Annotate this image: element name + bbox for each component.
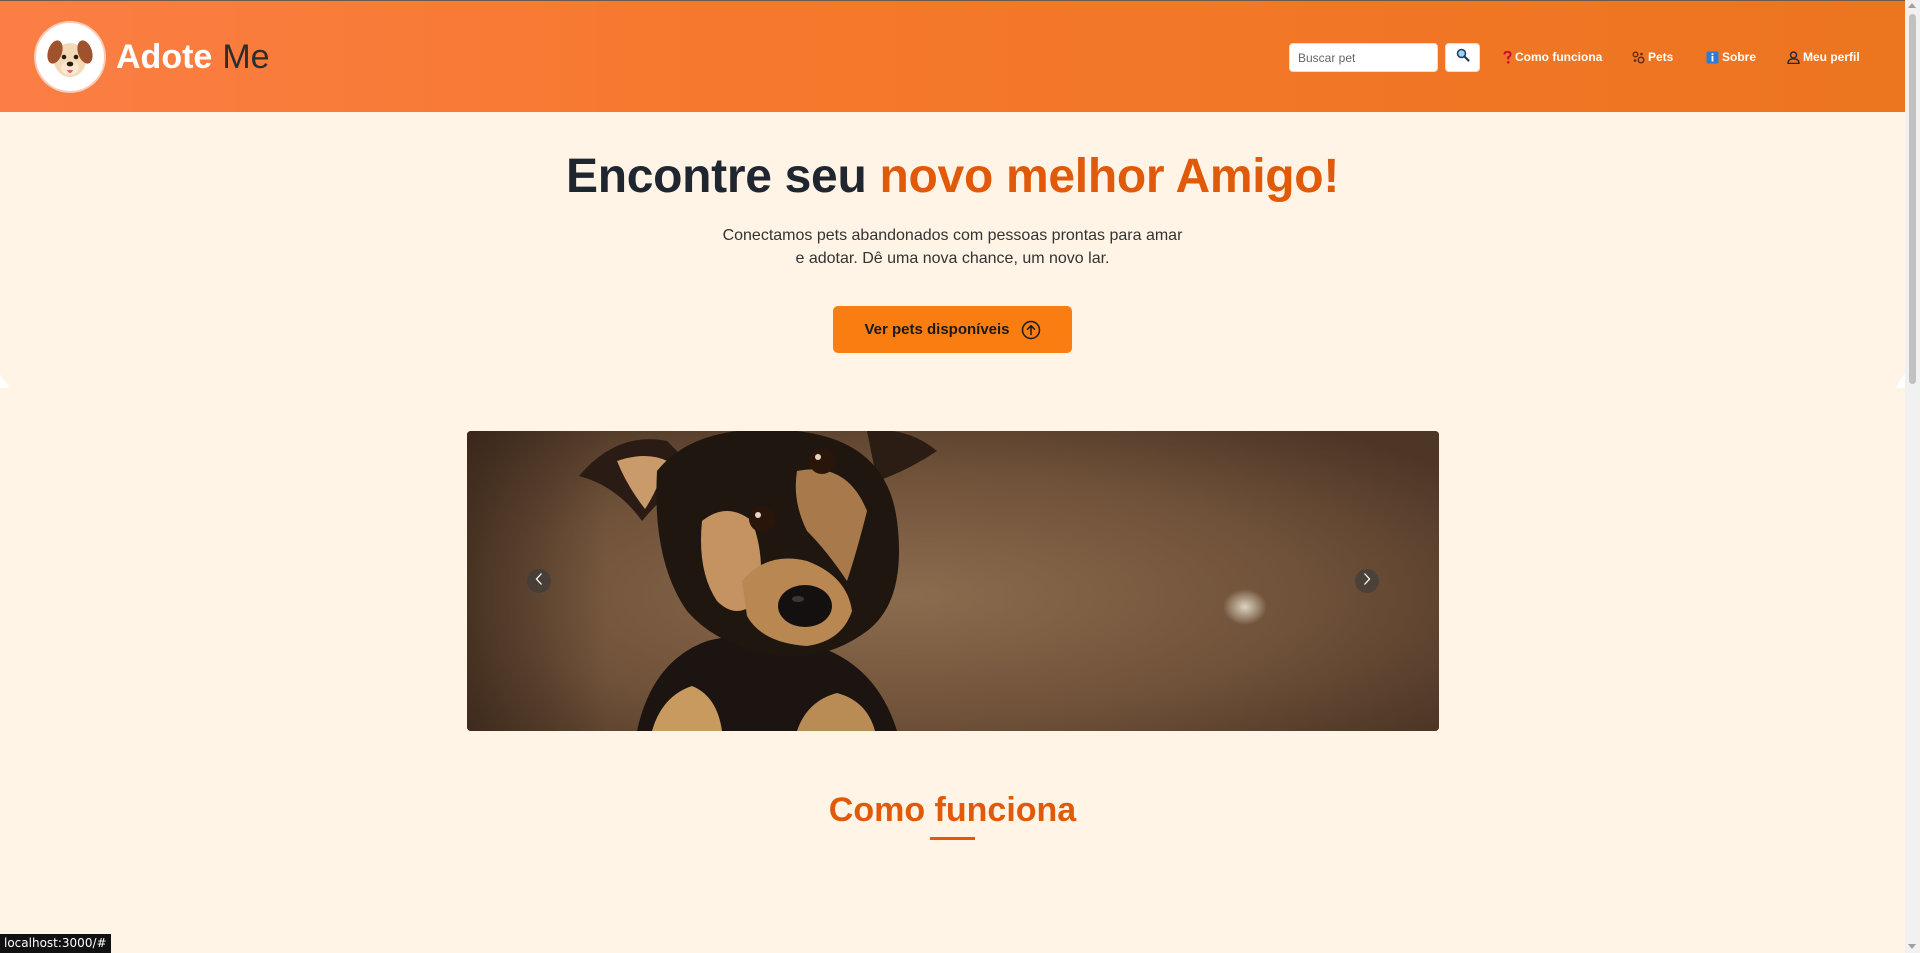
logo[interactable]: Adote Me <box>36 23 270 91</box>
hero-corner-right <box>1895 374 1905 388</box>
hero-title-plain: Encontre seu <box>565 150 867 203</box>
paw-icon <box>1632 51 1645 64</box>
arrow-up-circle-icon <box>1021 320 1041 340</box>
nav-meu-perfil[interactable]: Meu perfil <box>1787 50 1860 64</box>
section-underline <box>930 837 975 840</box>
search-input[interactable] <box>1289 43 1438 72</box>
pet-carousel[interactable] <box>467 431 1439 731</box>
user-icon <box>1787 50 1800 64</box>
scroll-down-arrow-icon[interactable] <box>1908 944 1916 949</box>
chevron-left-icon <box>534 572 544 591</box>
section-title: Como funciona <box>828 791 1077 829</box>
hero-corner-left <box>0 374 10 388</box>
status-url: localhost:3000/# <box>0 934 111 953</box>
nav-label: Meu perfil <box>1803 50 1860 64</box>
scrollbar[interactable] <box>1905 0 1920 953</box>
scroll-thumb[interactable] <box>1909 14 1916 384</box>
carousel-prev-button[interactable] <box>527 569 551 593</box>
chevron-right-icon <box>1362 572 1372 591</box>
puppy-photo <box>467 431 1439 731</box>
view-pets-button[interactable]: Ver pets disponíveis <box>833 306 1072 353</box>
nav-sobre[interactable]: Sobre <box>1706 50 1756 64</box>
hero-subtitle-line: Conectamos pets abandonados com pessoas … <box>722 227 1183 244</box>
nav-como-funciona[interactable]: Como funciona <box>1503 50 1602 64</box>
hero-subtitle-line: e adotar. Dê uma nova chance, um novo la… <box>795 250 1110 267</box>
brand-thin: Me <box>222 38 270 76</box>
hero-subtitle: Conectamos pets abandonados com pessoas … <box>0 224 1905 270</box>
question-icon <box>1503 50 1512 64</box>
nav-pets[interactable]: Pets <box>1632 50 1673 64</box>
search-button[interactable] <box>1445 43 1480 72</box>
nav-label: Como funciona <box>1515 50 1603 64</box>
carousel-next-button[interactable] <box>1355 569 1379 593</box>
brand-bold: Adote <box>116 38 213 76</box>
nav-label: Sobre <box>1722 50 1757 64</box>
scroll-up-arrow-icon[interactable] <box>1908 3 1916 8</box>
page: AdoteMe Como funciona <box>0 0 1920 953</box>
brand-name: Adote Me <box>116 40 270 74</box>
hero-title: Encontre seu novo melhor Amigo! <box>0 149 1905 204</box>
hero-title-accent: novo melhor Amigo! <box>879 150 1340 203</box>
dog-logo-icon <box>36 23 104 91</box>
info-icon <box>1706 51 1719 64</box>
search-icon <box>1456 48 1470 67</box>
header: AdoteMe Como funciona <box>0 0 1905 112</box>
cta-label: Ver pets disponíveis <box>864 321 1010 338</box>
nav-label: Pets <box>1648 50 1674 64</box>
